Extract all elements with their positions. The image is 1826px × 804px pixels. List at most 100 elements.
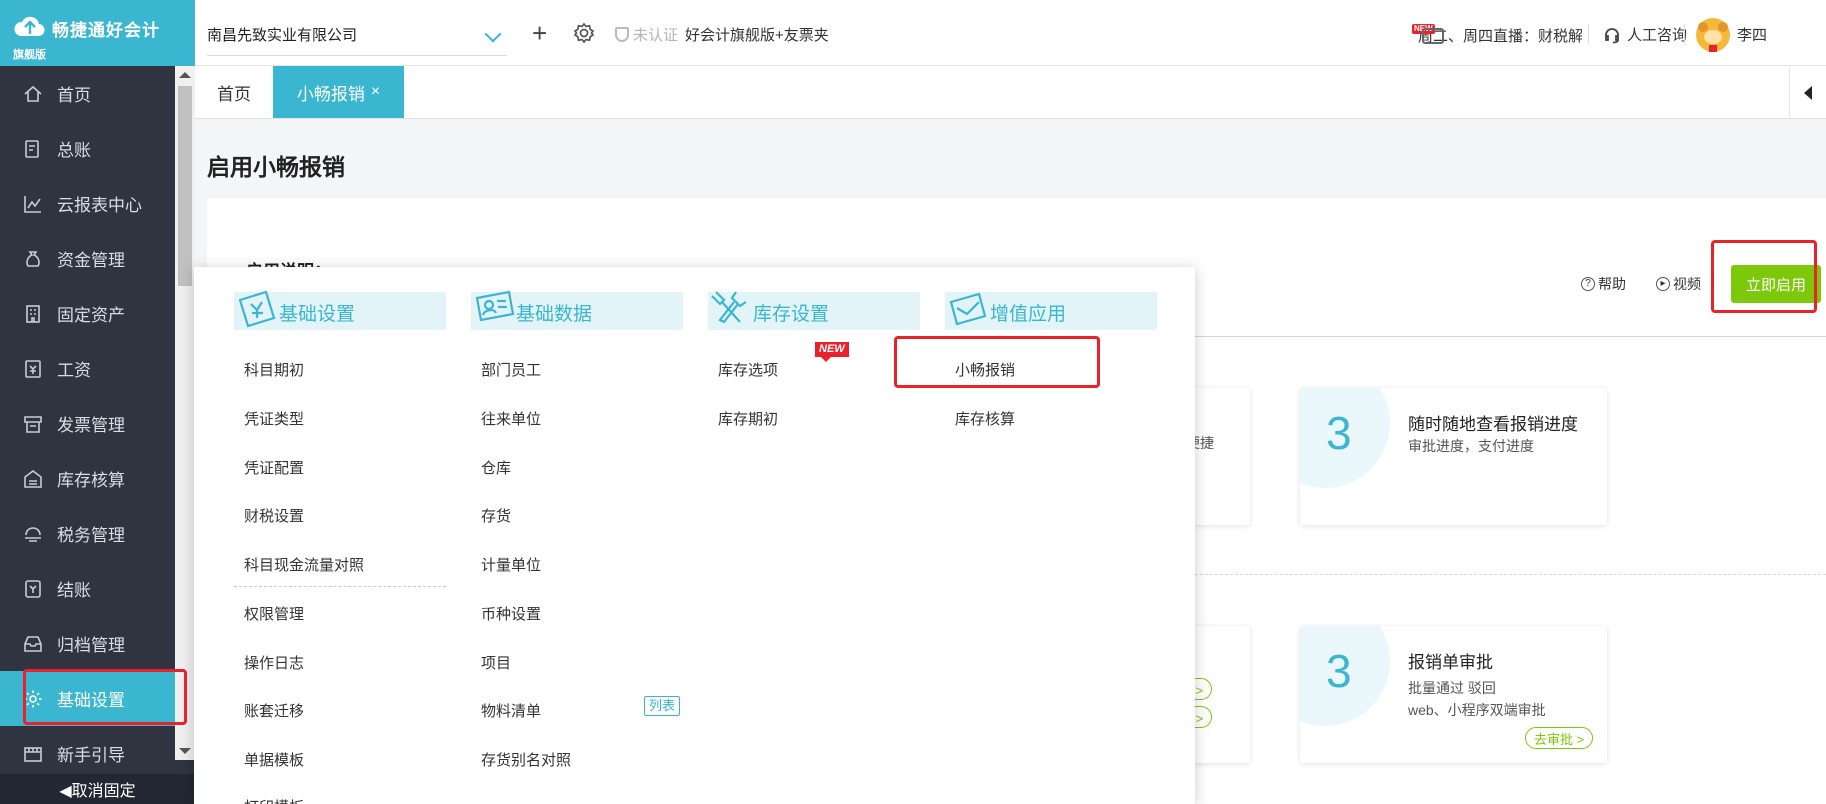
divider bbox=[1588, 24, 1589, 44]
menu-item-stock-alias[interactable]: 存货别名对照 bbox=[481, 749, 571, 770]
company-name: 南昌先致实业有限公司 bbox=[207, 27, 358, 44]
video-link[interactable]: ▸ 视频 bbox=[1656, 274, 1701, 294]
certification-status[interactable]: 未认证 bbox=[615, 24, 678, 45]
sidebar-item-label: 工资 bbox=[57, 361, 91, 380]
menu-column-title: 库存设置 bbox=[753, 304, 830, 325]
shield-icon bbox=[615, 27, 629, 42]
new-badge: NEW bbox=[815, 342, 849, 362]
settings-gear-icon[interactable] bbox=[573, 22, 595, 44]
menu-item-print-template[interactable]: 打印模板 bbox=[244, 796, 304, 804]
sidebar-item-label: 总账 bbox=[57, 141, 91, 160]
caret-left-icon bbox=[1804, 86, 1812, 100]
sidebar-item-inventory[interactable]: 库存核算 bbox=[0, 451, 175, 506]
menu-item-bom[interactable]: 物料清单 bbox=[481, 700, 541, 721]
sidebar-item-closing[interactable]: 结账 bbox=[0, 561, 175, 616]
menu-item-permissions[interactable]: 权限管理 bbox=[244, 603, 304, 624]
tab-expense[interactable]: 小畅报销 × bbox=[273, 66, 404, 118]
user-name[interactable]: 李四 bbox=[1737, 24, 1767, 45]
scroll-down-arrow-icon[interactable] bbox=[179, 748, 191, 754]
building-icon bbox=[22, 303, 44, 325]
sidebar: 畅捷通好会计 旗舰版 首页 总账 云报表中心 资金管理 固定资产 工资 发票管理… bbox=[0, 0, 195, 804]
list-tag[interactable]: 列表 bbox=[644, 696, 681, 716]
sidebar-scrollbar[interactable] bbox=[175, 66, 195, 760]
sidebar-item-label: 基础设置 bbox=[57, 691, 125, 710]
chevron-down-icon bbox=[484, 25, 502, 43]
scroll-thumb[interactable] bbox=[178, 86, 192, 286]
card-title: 随时随地查看报销进度 bbox=[1408, 415, 1578, 434]
sidebar-nav: 首页 总账 云报表中心 资金管理 固定资产 工资 发票管理 库存核算 税务管理 … bbox=[0, 66, 175, 781]
menu-item-stock-items[interactable]: 存货 bbox=[481, 505, 511, 526]
menu-item-partners[interactable]: 往来单位 bbox=[481, 408, 541, 429]
menu-item-currency[interactable]: 币种设置 bbox=[481, 603, 541, 624]
close-icon[interactable]: × bbox=[371, 83, 380, 101]
company-selector[interactable]: 南昌先致实业有限公司 bbox=[207, 14, 507, 56]
consult-button[interactable]: 人工咨询 bbox=[1603, 24, 1687, 45]
card-desc: web、小程序双端审批 bbox=[1408, 702, 1546, 718]
go-approve-button[interactable]: 去审批 > bbox=[1525, 727, 1594, 749]
live-broadcast-link[interactable]: NEW 周二、周四直播：财税解 bbox=[1412, 24, 1582, 46]
sidebar-item-invoices[interactable]: 发票管理 bbox=[0, 396, 175, 451]
menu-item-units[interactable]: 计量单位 bbox=[481, 554, 541, 575]
sidebar-item-guide[interactable]: 新手引导 bbox=[0, 726, 175, 781]
feature-card-approval: 3 报销单审批 批量通过 驳回 web、小程序双端审批 去审批 > bbox=[1300, 626, 1607, 763]
sidebar-item-label: 税务管理 bbox=[57, 526, 125, 545]
menu-item-doc-template[interactable]: 单据模板 bbox=[244, 749, 304, 770]
menu-item-projects[interactable]: 项目 bbox=[481, 652, 511, 673]
menu-item-inventory-accounting[interactable]: 库存核算 bbox=[955, 408, 1015, 429]
sidebar-item-archive[interactable]: 归档管理 bbox=[0, 616, 175, 671]
sidebar-item-home[interactable]: 首页 bbox=[0, 66, 175, 121]
sidebar-item-label: 云报表中心 bbox=[57, 196, 142, 215]
money-bag-icon bbox=[22, 248, 44, 270]
sidebar-item-assets[interactable]: 固定资产 bbox=[0, 286, 175, 341]
menu-item-account-opening[interactable]: 科目期初 bbox=[244, 359, 304, 380]
sidebar-item-tax[interactable]: 税务管理 bbox=[0, 506, 175, 561]
archive-icon bbox=[22, 633, 44, 655]
brand-header[interactable]: 畅捷通好会计 旗舰版 bbox=[0, 0, 195, 66]
sidebar-item-label: 归档管理 bbox=[57, 636, 125, 655]
collapse-panel-button[interactable] bbox=[1789, 68, 1826, 118]
invoice-icon bbox=[22, 413, 44, 435]
salary-icon bbox=[22, 358, 44, 380]
menu-item-inventory-options[interactable]: 库存选项 bbox=[718, 359, 778, 380]
gear-icon bbox=[22, 688, 44, 710]
scroll-up-arrow-icon[interactable] bbox=[179, 72, 191, 78]
tab-home[interactable]: 首页 bbox=[195, 66, 273, 118]
menu-item-voucher-type[interactable]: 凭证类型 bbox=[244, 408, 304, 429]
plus-icon[interactable]: + bbox=[532, 20, 547, 46]
brand-edition: 旗舰版 bbox=[13, 49, 46, 61]
menu-item-operation-log[interactable]: 操作日志 bbox=[244, 652, 304, 673]
menu-item-warehouse[interactable]: 仓库 bbox=[481, 457, 511, 478]
settings-icon bbox=[236, 288, 278, 328]
enable-now-button[interactable]: 立即启用 bbox=[1731, 265, 1821, 303]
unpin-button[interactable]: ◀取消固定 bbox=[0, 774, 195, 804]
sidebar-item-label: 首页 bbox=[57, 86, 91, 105]
sidebar-item-label: 发票管理 bbox=[57, 416, 125, 435]
sidebar-item-salary[interactable]: 工资 bbox=[0, 341, 175, 396]
menu-item-account-migration[interactable]: 账套迁移 bbox=[244, 700, 304, 721]
menu-column-header: 库存设置 bbox=[708, 291, 920, 330]
consult-label: 人工咨询 bbox=[1627, 27, 1688, 44]
menu-item-inventory-opening[interactable]: 库存期初 bbox=[718, 408, 778, 429]
sidebar-item-basic-settings[interactable]: 基础设置 bbox=[0, 671, 175, 726]
menu-item-tax-settings[interactable]: 财税设置 bbox=[244, 505, 304, 526]
divider bbox=[1190, 336, 1826, 337]
question-icon: ? bbox=[1581, 277, 1595, 291]
play-icon: ▸ bbox=[1656, 277, 1670, 291]
sidebar-item-label: 新手引导 bbox=[57, 746, 125, 765]
menu-column-title: 基础设置 bbox=[279, 304, 356, 325]
warehouse-icon bbox=[22, 468, 44, 490]
sidebar-item-funds[interactable]: 资金管理 bbox=[0, 231, 175, 286]
sidebar-item-label: 结账 bbox=[57, 581, 91, 600]
sidebar-item-label: 资金管理 bbox=[57, 251, 125, 270]
menu-item-cashflow-mapping[interactable]: 科目现金流量对照 bbox=[244, 554, 364, 575]
brand-name: 畅捷通好会计 bbox=[52, 21, 160, 40]
menu-item-expense-app[interactable]: 小畅报销 bbox=[955, 359, 1015, 380]
sidebar-item-reports[interactable]: 云报表中心 bbox=[0, 176, 175, 231]
sidebar-item-label: 库存核算 bbox=[57, 471, 125, 490]
card-title: 报销单审批 bbox=[1408, 653, 1493, 672]
menu-item-departments[interactable]: 部门员工 bbox=[481, 359, 541, 380]
menu-item-voucher-config[interactable]: 凭证配置 bbox=[244, 457, 304, 478]
help-link[interactable]: ? 帮助 bbox=[1581, 274, 1626, 294]
sidebar-item-ledger[interactable]: 总账 bbox=[0, 121, 175, 176]
avatar[interactable] bbox=[1696, 18, 1730, 52]
